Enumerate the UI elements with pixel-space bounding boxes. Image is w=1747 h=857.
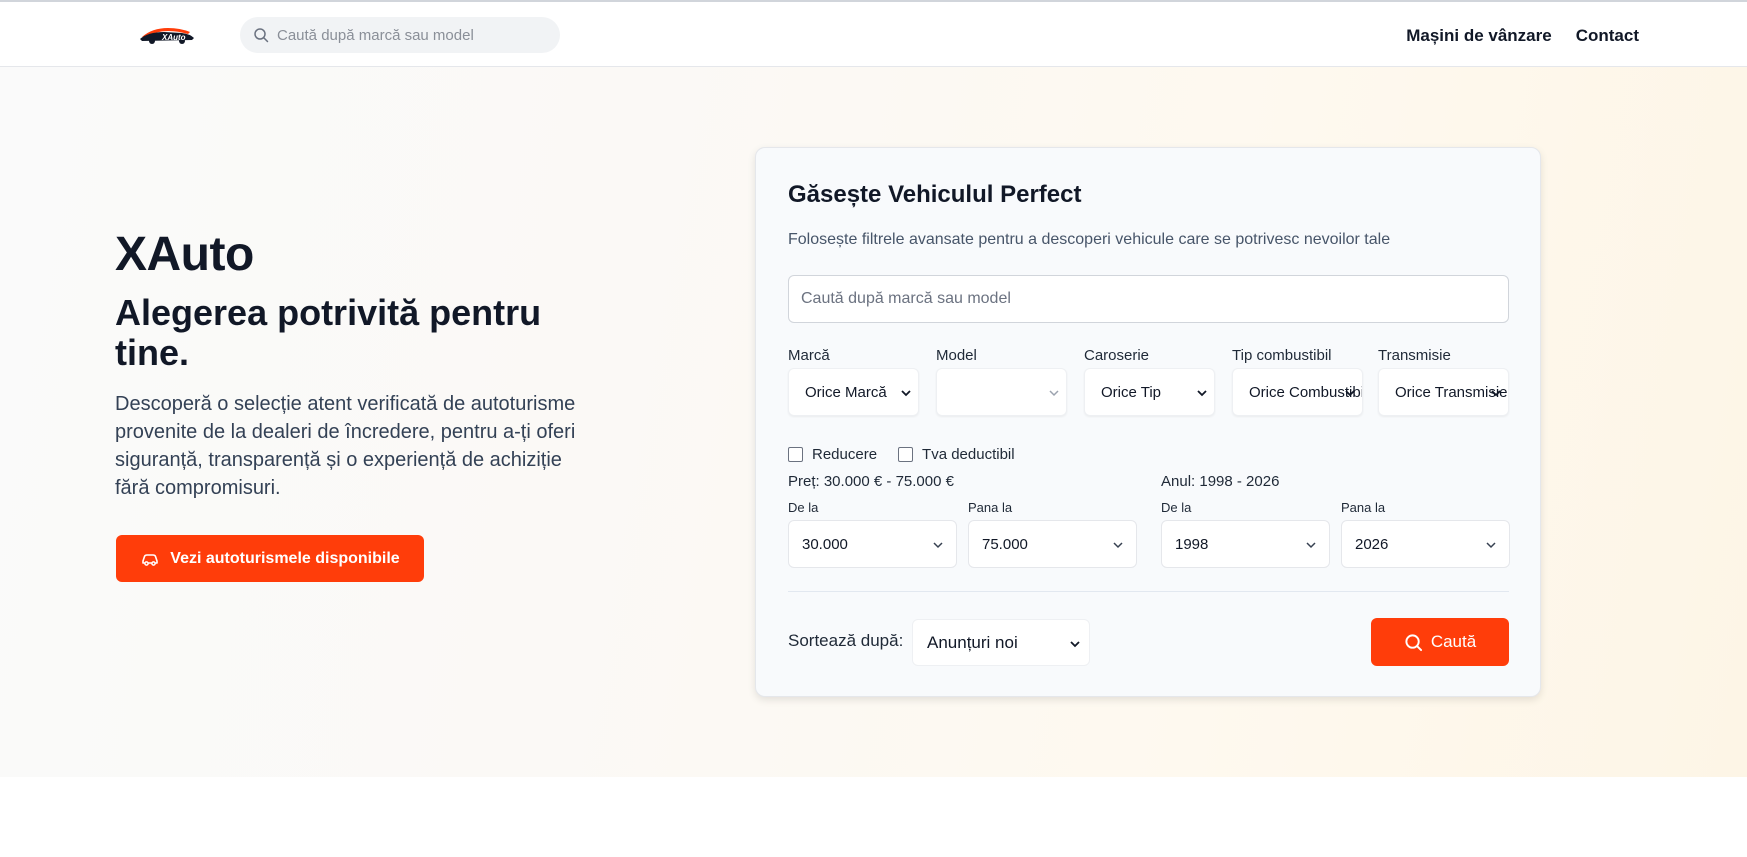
car-icon: [142, 553, 159, 566]
filter-label-brand: Marcă: [788, 347, 830, 364]
chevron-down-icon: [1486, 542, 1496, 549]
price-from-select[interactable]: 30.000: [788, 520, 957, 568]
price-from-value: 30.000: [802, 535, 848, 553]
model-select[interactable]: [936, 368, 1067, 416]
year-range-label: Anul: 1998 - 2026: [1161, 473, 1280, 490]
view-cars-button[interactable]: Vezi autoturismele disponibile: [116, 535, 424, 582]
year-to-select[interactable]: 2026: [1341, 520, 1510, 568]
price-to-value: 75.000: [982, 535, 1028, 553]
fuel-select[interactable]: Orice Combustibil: [1232, 368, 1363, 416]
hero-description: Descoperă o selecție atent verificată de…: [115, 393, 576, 499]
brand-select[interactable]: Orice Marcă: [788, 368, 919, 416]
search-button[interactable]: Caută: [1371, 618, 1509, 666]
card-search-input[interactable]: [788, 275, 1509, 323]
logo-text: XAuto: [161, 33, 186, 42]
sort-select[interactable]: Anunțuri noi: [912, 619, 1090, 666]
filter-label-model: Model: [936, 347, 977, 364]
search-button-label: Caută: [1430, 632, 1477, 651]
chevron-down-icon: [1197, 390, 1207, 397]
card-title: Găsește Vehiculul Perfect: [788, 181, 1082, 208]
search-icon: [254, 28, 269, 43]
vat-deductible-checkbox[interactable]: [898, 447, 914, 462]
year-to-value: 2026: [1355, 535, 1389, 553]
price-to-label: Pana la: [968, 500, 1013, 515]
price-to-select[interactable]: 75.000: [968, 520, 1137, 568]
header-search-input[interactable]: [277, 26, 547, 44]
filter-label-fuel: Tip combustibil: [1232, 347, 1332, 364]
vat-deductible-label[interactable]: Tva deductibil: [922, 446, 1015, 463]
year-from-select[interactable]: 1998: [1161, 520, 1330, 568]
search-icon: [1405, 633, 1422, 651]
brand-select-value: Orice Marcă: [805, 383, 887, 401]
price-range-label: Preț: 30.000 € - 75.000 €: [788, 473, 954, 490]
card-divider: [788, 591, 1509, 592]
filter-label-body: Caroserie: [1084, 347, 1150, 364]
card-subtitle: Folosește filtrele avansate pentru a des…: [788, 231, 1391, 248]
year-from-value: 1998: [1175, 535, 1209, 553]
sort-select-value: Anunțuri noi: [927, 632, 1018, 652]
filter-label-transmission: Transmisie: [1378, 347, 1451, 364]
hero-section: XAuto Alegerea potrivită pentru tine. De…: [0, 67, 1747, 777]
year-from-label: De la: [1161, 500, 1192, 515]
sort-label: Sortează după:: [788, 631, 904, 650]
chevron-down-icon: [1049, 390, 1059, 397]
chevron-down-icon: [1491, 390, 1501, 397]
body-select-value: Orice Tip: [1101, 383, 1162, 401]
main-nav: Mașini de vânzare Contact: [1406, 26, 1639, 46]
car-logo-icon: XAuto: [140, 28, 194, 44]
chevron-down-icon: [901, 390, 911, 397]
header-search[interactable]: [240, 17, 560, 53]
hero-subtitle: Alegerea potrivită pentru tine.: [115, 292, 542, 373]
chevron-down-icon: [1113, 542, 1123, 549]
vehicle-search-card: Găsește Vehiculul Perfect Folosește filt…: [755, 147, 1541, 697]
discount-checkbox[interactable]: [788, 447, 803, 462]
nav-cars-for-sale[interactable]: Mașini de vânzare: [1406, 26, 1552, 46]
year-to-label: Pana la: [1341, 500, 1386, 515]
price-from-label: De la: [788, 500, 819, 515]
discount-label[interactable]: Reducere: [812, 446, 877, 463]
transmission-select[interactable]: Orice Transmisie: [1378, 368, 1509, 416]
nav-contact[interactable]: Contact: [1576, 26, 1639, 46]
site-header: XAuto Mașini de vânzare Contact: [0, 0, 1747, 67]
chevron-down-icon: [1070, 641, 1080, 648]
checkbox-row: Reducere Tva deductibil: [788, 446, 1036, 463]
chevron-down-icon: [933, 542, 943, 549]
chevron-down-icon: [1345, 390, 1355, 397]
view-cars-label: Vezi autoturismele disponibile: [170, 549, 400, 567]
body-select[interactable]: Orice Tip: [1084, 368, 1215, 416]
chevron-down-icon: [1306, 542, 1316, 549]
hero-title: XAuto: [115, 228, 254, 281]
xauto-logo[interactable]: XAuto: [138, 20, 196, 48]
